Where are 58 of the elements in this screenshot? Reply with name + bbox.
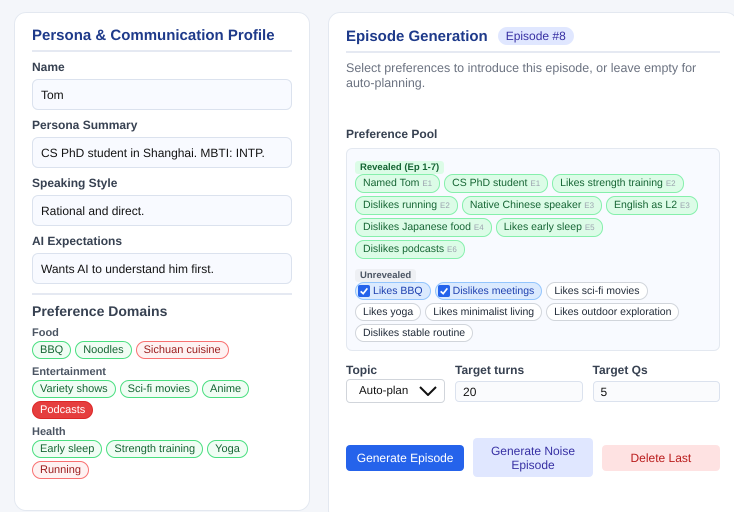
- revealed-tag: Likes early sleep E5: [496, 218, 603, 237]
- section-title: Persona & Communication Profile: [32, 27, 276, 44]
- number-field[interactable]: 5: [592, 381, 720, 402]
- preference-tag: Podcasts: [32, 401, 94, 419]
- chevron-down-icon: [419, 386, 438, 396]
- preference-tag: Noodles: [75, 341, 132, 359]
- revealed-tag: English as L2 E3: [606, 196, 698, 215]
- field-label: Name: [32, 60, 66, 74]
- preference-tag: Strength training: [106, 440, 204, 458]
- field-label: Speaking Style: [32, 176, 118, 190]
- field-label: AI Expectations: [32, 234, 124, 248]
- preference-tag: Variety shows: [32, 380, 116, 398]
- text-field[interactable]: Rational and direct.: [32, 195, 292, 226]
- preference-tag: Early sleep: [32, 440, 102, 458]
- episode-badge: Episode #8: [498, 27, 574, 45]
- preference-tag: Anime: [202, 380, 250, 398]
- revealed-tag: Dislikes Japanese food E4: [355, 218, 492, 237]
- preference-option[interactable]: Likes outdoor exploration: [546, 303, 680, 321]
- domain-label: Health: [32, 426, 67, 438]
- revealed-tag: Likes strength training E2: [552, 174, 684, 193]
- revealed-tag: Dislikes podcasts E6: [355, 240, 465, 259]
- revealed-tag: Dislikes running E2: [355, 196, 458, 215]
- field-label: Topic: [346, 363, 378, 377]
- revealed-tag: Native Chinese speaker E3: [462, 196, 602, 215]
- preference-option[interactable]: Dislikes stable routine: [355, 324, 474, 342]
- preference-tag: Sichuan cuisine: [136, 341, 229, 359]
- text-field[interactable]: Tom: [32, 79, 292, 110]
- topic-select[interactable]: Auto-plan: [346, 379, 446, 403]
- checkbox-icon[interactable]: [438, 285, 450, 297]
- preference-tag: Sci-fi movies: [120, 380, 198, 398]
- domain-label: Food: [32, 327, 60, 339]
- group-label: Unrevealed: [355, 269, 416, 282]
- description-text: Select preferences to introduce this episode, or leave empty for auto-planning.: [346, 61, 698, 91]
- preference-tag: Yoga: [207, 440, 248, 458]
- group-label: Revealed (Ep 1-7): [355, 161, 444, 174]
- checkbox-icon[interactable]: [358, 285, 370, 297]
- action-button[interactable]: Delete Last: [602, 444, 720, 470]
- preference-option[interactable]: Dislikes meetings: [434, 282, 542, 300]
- revealed-tag: CS PhD student E1: [444, 174, 548, 193]
- preference-tag: BBQ: [32, 341, 72, 359]
- preference-option[interactable]: Likes yoga: [355, 303, 422, 321]
- section-title: Preference Domains: [32, 303, 168, 319]
- field-label: Target Qs: [592, 363, 649, 377]
- section-title: Episode Generation: [346, 28, 488, 44]
- domain-label: Entertainment: [32, 366, 107, 378]
- field-label: Preference Pool: [346, 127, 438, 141]
- action-button[interactable]: Generate Episode: [346, 444, 464, 470]
- field-label: Persona Summary: [32, 118, 138, 132]
- text-field[interactable]: CS PhD student in Shanghai. MBTI: INTP.: [32, 137, 292, 168]
- preference-option[interactable]: Likes sci-fi movies: [546, 282, 648, 300]
- preference-option[interactable]: Likes minimalist living: [425, 303, 542, 321]
- action-button[interactable]: Generate Noise Episode: [473, 438, 593, 477]
- number-field[interactable]: 20: [455, 381, 583, 402]
- revealed-tag: Named Tom E1: [355, 174, 440, 193]
- preference-option[interactable]: Likes BBQ: [355, 282, 431, 300]
- text-field[interactable]: Wants AI to understand him first.: [32, 253, 292, 284]
- preference-tag: Running: [32, 461, 89, 479]
- field-label: Target turns: [455, 363, 526, 377]
